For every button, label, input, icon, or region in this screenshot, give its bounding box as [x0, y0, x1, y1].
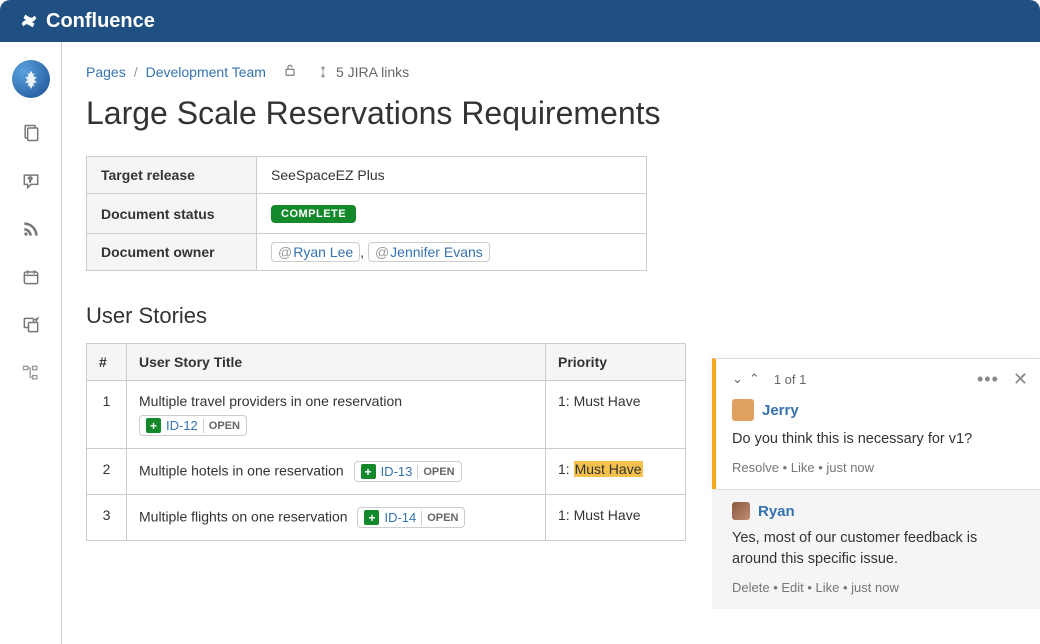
calendar-icon[interactable]	[18, 264, 44, 290]
comment: ⌄ ⌃ 1 of 1 ••• ✕ Jerry Do you think this…	[712, 358, 1040, 489]
jira-links-indicator[interactable]: 5 JIRA links	[316, 64, 409, 80]
rss-icon[interactable]	[18, 216, 44, 242]
table-row: 1 Multiple travel providers in one reser…	[87, 381, 686, 449]
col-number: #	[87, 344, 127, 381]
row-number: 1	[87, 381, 127, 449]
meta-owner-value: Ryan Lee, Jennifer Evans	[257, 234, 647, 271]
shortcuts-icon[interactable]	[18, 312, 44, 338]
story-title: Multiple hotels in one reservation	[139, 463, 344, 479]
meta-owner-label: Document owner	[87, 234, 257, 271]
page-tree-icon[interactable]	[18, 360, 44, 386]
comment-next-icon[interactable]: ⌄	[732, 371, 743, 387]
jira-plus-icon: +	[364, 510, 379, 525]
row-title-cell: Multiple flights on one reservation + ID…	[127, 495, 546, 541]
comment-text: Do you think this is necessary for v1?	[732, 429, 1026, 450]
app-header: Confluence	[0, 0, 1040, 42]
svg-text:?: ?	[28, 175, 32, 184]
user-stories-heading: User Stories	[86, 303, 1010, 329]
questions-icon[interactable]: ?	[18, 168, 44, 194]
comment-more-icon[interactable]: •••	[977, 369, 999, 390]
jira-plus-icon: +	[146, 418, 161, 433]
row-priority: 1: Must Have	[546, 495, 686, 541]
page-title: Large Scale Reservations Requirements	[86, 95, 1010, 132]
table-row: 2 Multiple hotels in one reservation + I…	[87, 449, 686, 495]
user-mention[interactable]: Ryan Lee	[271, 242, 360, 262]
comment-text: Yes, most of our customer feedback is ar…	[732, 528, 1026, 570]
page-properties-table: Target release SeeSpaceEZ Plus Document …	[86, 156, 647, 271]
comment-actions[interactable]: Resolve • Like • just now	[732, 460, 1026, 475]
comment-author[interactable]: Ryan	[758, 503, 795, 520]
comment-reply: Ryan Yes, most of our customer feedback …	[712, 489, 1040, 609]
inline-comments-panel: ⌄ ⌃ 1 of 1 ••• ✕ Jerry Do you think this…	[712, 358, 1040, 609]
meta-status-label: Document status	[87, 194, 257, 234]
avatar	[732, 502, 750, 520]
comment-nav: ⌄ ⌃ 1 of 1	[732, 371, 806, 387]
breadcrumb-space[interactable]: Development Team	[146, 64, 266, 80]
user-mention[interactable]: Jennifer Evans	[368, 242, 490, 262]
row-priority: 1: Must Have	[546, 381, 686, 449]
breadcrumb-separator: /	[134, 64, 138, 80]
comment-close-icon[interactable]: ✕	[1013, 369, 1028, 390]
comment-author[interactable]: Jerry	[762, 402, 799, 419]
col-priority: Priority	[546, 344, 686, 381]
unlocked-icon[interactable]	[282, 62, 298, 81]
left-sidebar: ?	[0, 42, 62, 644]
jira-issue-link[interactable]: + ID-14 OPEN	[357, 507, 465, 528]
row-title-cell: Multiple travel providers in one reserva…	[127, 381, 546, 449]
col-title: User Story Title	[127, 344, 546, 381]
jira-id: ID-13	[381, 464, 413, 479]
comment-counter: 1 of 1	[774, 372, 807, 387]
row-number: 2	[87, 449, 127, 495]
row-title-cell: Multiple hotels in one reservation + ID-…	[127, 449, 546, 495]
status-badge: COMPLETE	[271, 205, 356, 223]
breadcrumb-pages[interactable]: Pages	[86, 64, 126, 80]
row-priority: 1: Must Have	[546, 449, 686, 495]
app-name: Confluence	[46, 10, 155, 33]
jira-icon	[316, 65, 330, 79]
table-row: 3 Multiple flights on one reservation + …	[87, 495, 686, 541]
user-stories-table: # User Story Title Priority 1 Multiple t…	[86, 343, 686, 541]
space-avatar-icon[interactable]	[12, 60, 50, 98]
comment-actions[interactable]: Delete • Edit • Like • just now	[732, 580, 1026, 595]
avatar	[732, 399, 754, 421]
breadcrumb: Pages / Development Team 5 JIRA links	[86, 62, 1010, 81]
jira-plus-icon: +	[361, 464, 376, 479]
jira-issue-link[interactable]: + ID-12 OPEN	[139, 415, 247, 436]
pages-icon[interactable]	[18, 120, 44, 146]
story-title: Multiple travel providers in one reserva…	[139, 393, 402, 409]
jira-links-label: 5 JIRA links	[336, 64, 409, 80]
confluence-logo-icon	[18, 10, 40, 32]
row-number: 3	[87, 495, 127, 541]
page-content: Pages / Development Team 5 JIRA links La…	[62, 42, 1040, 644]
jira-status: OPEN	[427, 512, 458, 524]
inline-comment-highlight[interactable]: Must Have	[574, 461, 643, 477]
jira-id: ID-12	[166, 418, 198, 433]
comment-prev-icon[interactable]: ⌃	[749, 371, 760, 387]
jira-issue-link[interactable]: + ID-13 OPEN	[354, 461, 462, 482]
jira-status: OPEN	[423, 466, 454, 478]
meta-target-release-value: SeeSpaceEZ Plus	[257, 157, 647, 194]
meta-target-release-label: Target release	[87, 157, 257, 194]
story-title: Multiple flights on one reservation	[139, 509, 348, 525]
jira-status: OPEN	[209, 420, 240, 432]
jira-id: ID-14	[384, 510, 416, 525]
